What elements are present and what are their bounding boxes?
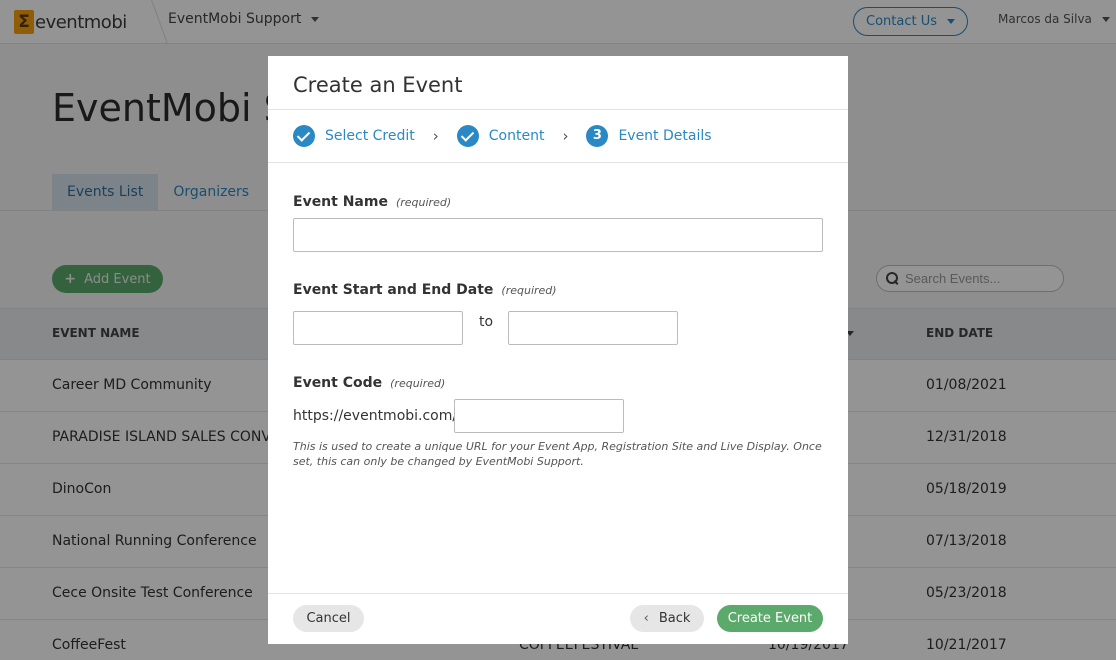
step-event-details[interactable]: 3 Event Details (586, 125, 712, 147)
checkmark-circle-icon (456, 125, 479, 147)
step-label: Select Credit (325, 128, 415, 144)
cancel-label: Cancel (306, 611, 351, 626)
create-event-button[interactable]: Create Event (717, 605, 823, 632)
create-event-label: Create Event (727, 611, 813, 626)
chevron-right-icon: › (562, 127, 569, 145)
checkmark-circle-icon (293, 125, 315, 147)
cancel-button[interactable]: Cancel (293, 605, 364, 632)
date-range-separator: to (479, 314, 494, 330)
step-label: Content (488, 128, 545, 144)
back-label: Back (658, 611, 691, 626)
step-label: Event Details (618, 128, 712, 144)
step-select-credit[interactable]: Select Credit (293, 125, 415, 147)
chevron-right-icon: › (432, 127, 439, 145)
event-dates-label-text: Event Start and End Date (293, 282, 494, 298)
footer-divider (268, 593, 848, 594)
required-hint: (required) (501, 284, 557, 297)
event-name-label: Event Name (required) (293, 194, 451, 210)
event-name-field[interactable] (293, 218, 823, 252)
event-code-url-prefix: https://eventmobi.com/ (293, 408, 458, 424)
event-code-label-text: Event Code (293, 375, 383, 391)
end-date-field[interactable] (508, 311, 678, 345)
modal-title: Create an Event (293, 73, 463, 97)
event-code-field[interactable] (454, 399, 624, 433)
step-content[interactable]: Content (456, 125, 545, 147)
event-code-help-text: This is used to create a unique URL for … (293, 440, 822, 468)
required-hint: (required) (395, 196, 452, 209)
chevron-left-icon: ‹ (643, 611, 649, 626)
header-divider (268, 109, 848, 110)
event-dates-label: Event Start and End Date (required) (293, 282, 557, 298)
event-code-label: Event Code (required) (293, 375, 445, 391)
step-number-badge: 3 (586, 125, 609, 147)
create-event-modal: Create an Event Select Credit › Content … (268, 56, 848, 644)
required-hint: (required) (390, 377, 446, 390)
wizard-steps: Select Credit › Content › 3 Event Detail… (293, 124, 712, 148)
start-date-field[interactable] (293, 311, 463, 345)
steps-divider (268, 162, 848, 163)
event-name-label-text: Event Name (293, 194, 388, 210)
back-button[interactable]: ‹ Back (630, 605, 704, 632)
